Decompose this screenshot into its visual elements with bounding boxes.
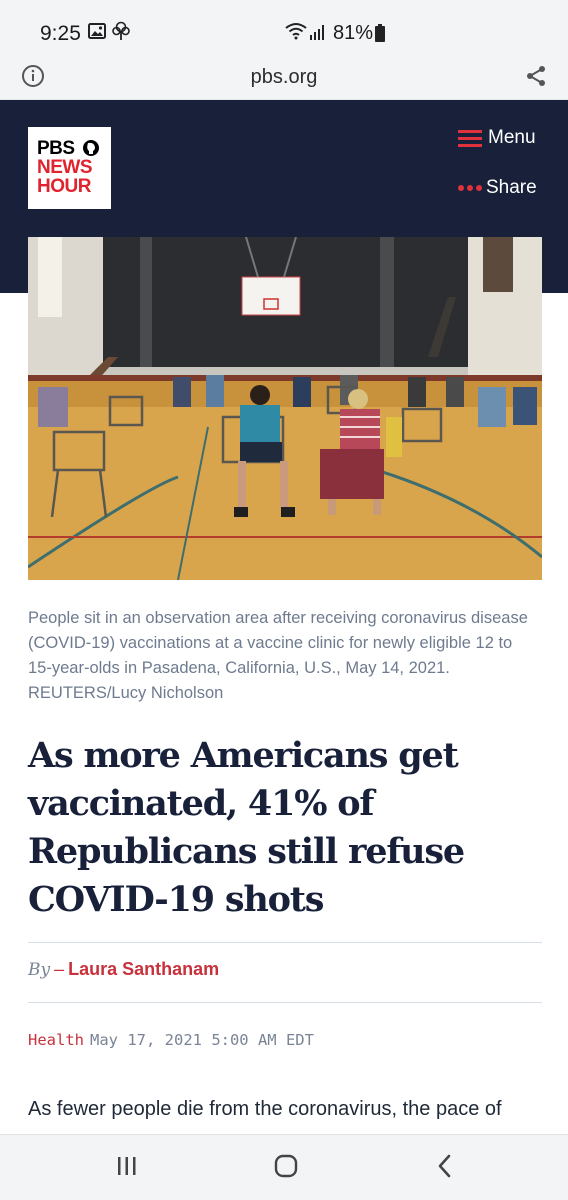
pbs-newshour-logo[interactable]: PBS NEWS HOUR (28, 127, 111, 209)
home-icon[interactable] (274, 1154, 298, 1178)
category-link[interactable]: Health (28, 1031, 84, 1049)
back-icon[interactable] (436, 1154, 454, 1178)
divider (28, 1002, 542, 1003)
menu-button[interactable]: Menu (458, 126, 542, 152)
recent-apps-icon[interactable] (116, 1155, 138, 1177)
signal-icon (310, 25, 324, 40)
photo-caption: People sit in an observation area after … (28, 609, 528, 702)
divider (28, 942, 542, 943)
article-lead-paragraph: As fewer people die from the coronavirus… (28, 1098, 502, 1120)
gallery-icon (88, 23, 106, 39)
battery-icon (375, 24, 385, 42)
wifi-icon (285, 23, 307, 40)
byline-by-label: By (28, 960, 51, 980)
url-domain[interactable]: pbs.org (0, 66, 568, 89)
publish-date: May 17, 2021 5:00 AM EDT (90, 1031, 314, 1049)
status-time: 9:25 (40, 22, 81, 45)
menu-label: Menu (488, 127, 536, 148)
url-bar[interactable]: pbs.org (0, 56, 568, 100)
system-nav-bar (0, 1134, 568, 1200)
share-icon[interactable] (524, 64, 548, 88)
share-label: Share (486, 177, 537, 198)
article-headline: As more Americans get vaccinated, 41% of… (28, 735, 465, 920)
hero-photo-gym-vaccination (28, 237, 542, 580)
byline: By – Laura Santhanam (28, 959, 219, 980)
share-button[interactable]: Share (458, 176, 542, 202)
hamburger-icon (458, 130, 482, 147)
article-meta: Health May 17, 2021 5:00 AM EDT (28, 1031, 314, 1049)
dots-icon (458, 185, 482, 191)
logo-line-news: NEWS (37, 157, 93, 178)
author-link[interactable]: Laura Santhanam (68, 959, 219, 979)
pbs-head-icon (83, 140, 99, 156)
status-bar: 9:25 81% (0, 0, 568, 56)
battery-percent: 81% (333, 22, 374, 44)
logo-line-hour: HOUR (37, 176, 91, 197)
tree-icon (112, 21, 130, 40)
byline-dash: – (54, 959, 65, 979)
